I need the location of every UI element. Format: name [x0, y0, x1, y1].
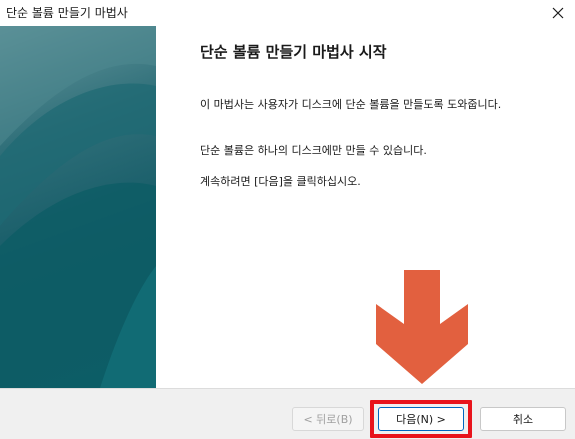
- window-title: 단순 볼륨 만들기 마법사: [6, 6, 128, 20]
- wizard-content: 단순 볼륨 만들기 마법사 시작 이 마법사는 사용자가 디스크에 단순 볼륨을…: [156, 26, 575, 388]
- back-button[interactable]: < 뒤로(B): [292, 407, 364, 431]
- title-bar: 단순 볼륨 만들기 마법사: [0, 0, 575, 26]
- single-disk-note: 단순 볼륨은 하나의 디스크에만 만들 수 있습니다.: [200, 144, 427, 157]
- next-button-highlight: [370, 400, 472, 438]
- wizard-heading: 단순 볼륨 만들기 마법사 시작: [200, 43, 387, 61]
- down-arrow-icon: [376, 270, 468, 384]
- continue-instruction: 계속하려면 [다음]을 클릭하십시오.: [200, 175, 361, 188]
- banner-graphic: [0, 26, 156, 388]
- close-button[interactable]: [541, 0, 575, 26]
- close-icon: [552, 7, 564, 19]
- intro-text: 이 마법사는 사용자가 디스크에 단순 볼륨을 만들도록 도와줍니다.: [200, 98, 502, 111]
- cancel-button[interactable]: 취소: [480, 407, 566, 431]
- wizard-side-banner: [0, 26, 156, 388]
